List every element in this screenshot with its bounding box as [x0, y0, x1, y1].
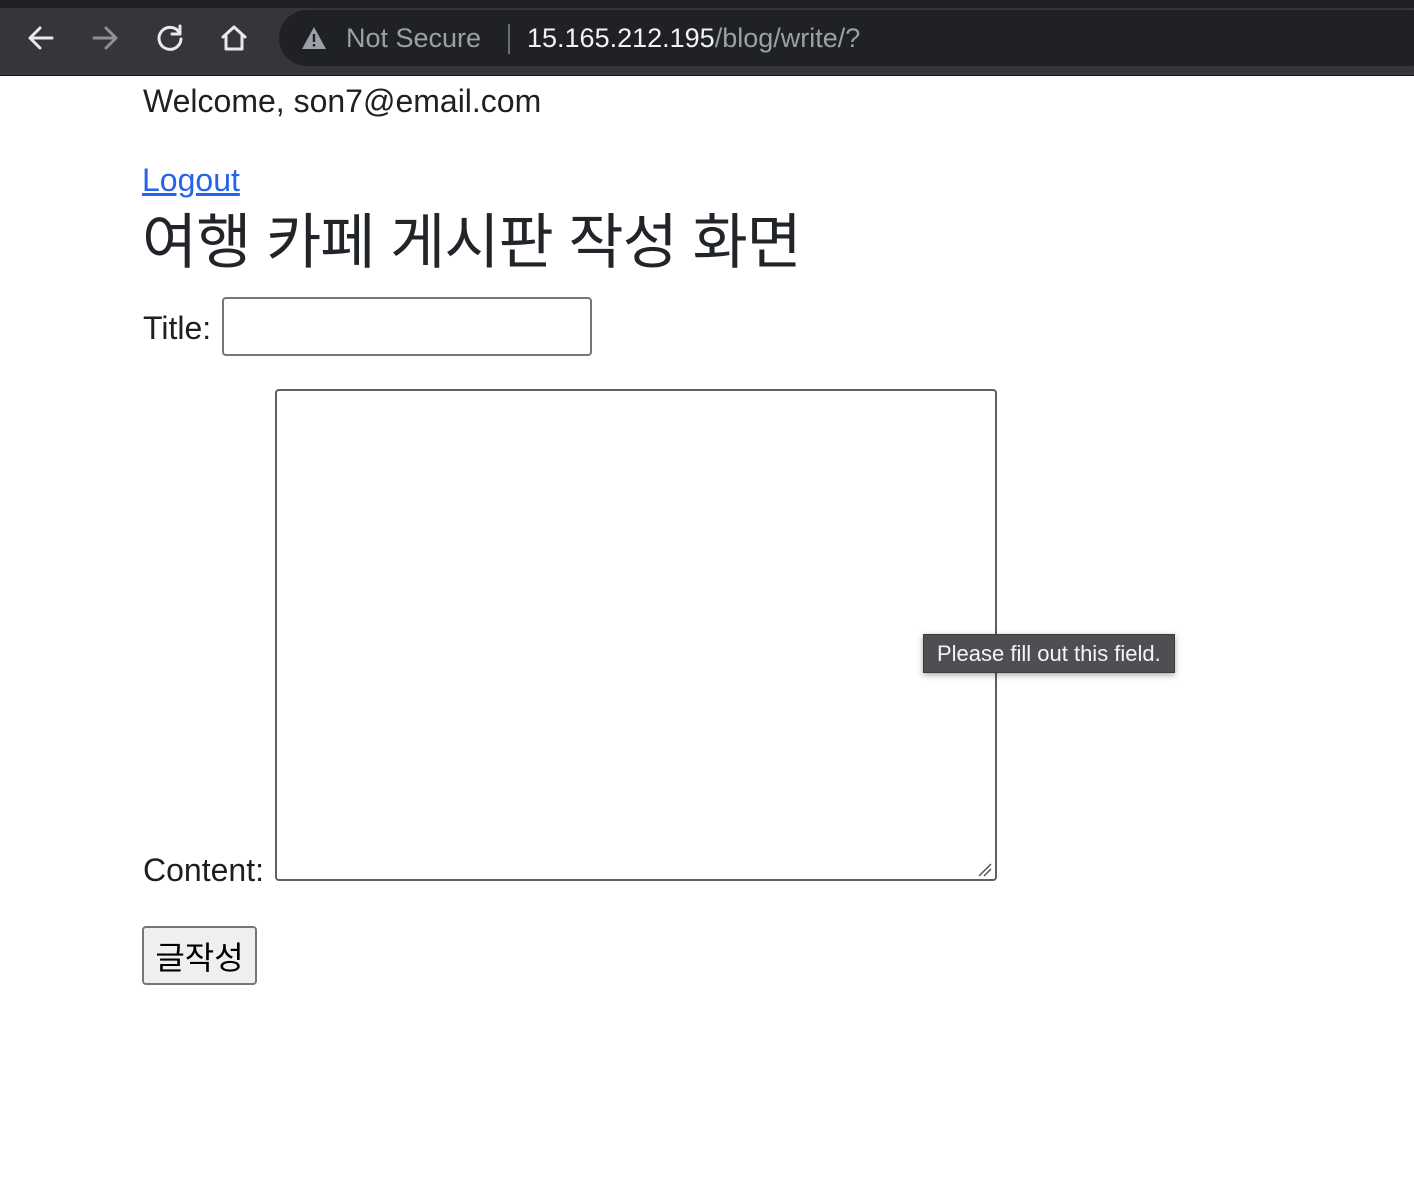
- warning-triangle-icon[interactable]: [301, 26, 327, 50]
- title-label: Title:: [143, 310, 212, 346]
- forward-button[interactable]: [81, 14, 129, 62]
- back-button[interactable]: [17, 14, 65, 62]
- logout-link[interactable]: Logout: [142, 162, 240, 198]
- reload-button[interactable]: [146, 14, 194, 62]
- home-icon: [221, 25, 247, 51]
- tab-strip-edge: [0, 0, 1414, 8]
- omnibox-divider: [508, 24, 510, 54]
- welcome-message: Welcome, son7@email.com: [143, 83, 542, 119]
- title-input[interactable]: [222, 297, 592, 356]
- page-title: 여행 카페 게시판 작성 화면: [142, 209, 802, 276]
- submit-button[interactable]: 글작성: [142, 926, 257, 985]
- content-label: Content:: [143, 852, 264, 888]
- url-host: 15.165.212.195: [527, 23, 715, 53]
- validation-tooltip: Please fill out this field.: [923, 634, 1175, 673]
- arrow-right-icon: [92, 26, 118, 50]
- home-button[interactable]: [210, 14, 258, 62]
- address-bar[interactable]: Not Secure 15.165.212.195/blog/write/?: [279, 10, 1414, 66]
- content-textarea[interactable]: [275, 389, 997, 881]
- url-path: /blog/write/?: [714, 23, 861, 53]
- security-status-label[interactable]: Not Secure: [346, 24, 481, 52]
- reload-icon: [157, 24, 183, 51]
- url-text[interactable]: 15.165.212.195/blog/write/?: [527, 23, 860, 53]
- arrow-left-icon: [28, 26, 54, 50]
- resize-grip-icon[interactable]: [977, 862, 993, 878]
- browser-toolbar: Not Secure 15.165.212.195/blog/write/?: [0, 0, 1414, 76]
- page-body: Welcome, son7@email.com Logout 여행 카페 게시판…: [0, 77, 1414, 1178]
